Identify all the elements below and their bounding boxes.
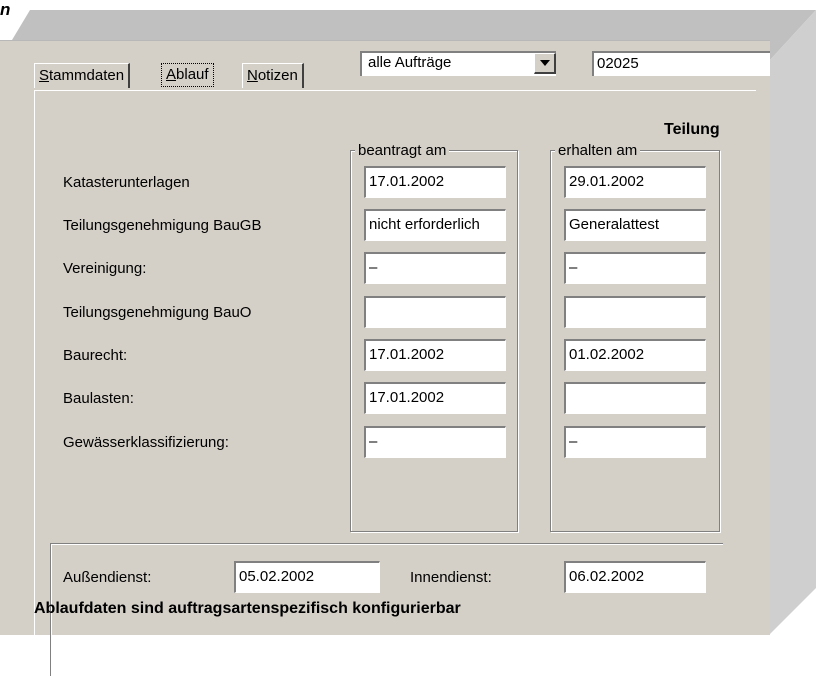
label-innendienst: Innendienst: <box>410 569 492 586</box>
field-vereinigung-received[interactable]: – <box>564 252 706 284</box>
tab-stammdaten[interactable]: Stammdaten <box>34 63 131 88</box>
field-innendienst[interactable]: 06.02.2002 <box>564 561 706 593</box>
field-gewaesserklassifizierung-requested[interactable]: – <box>364 426 506 458</box>
field-katasterunterlagen-requested[interactable]: 17.01.2002 <box>364 166 506 198</box>
field-baulasten-received[interactable] <box>564 382 706 414</box>
order-filter-value: alle Aufträge <box>368 54 452 71</box>
label-katasterunterlagen: Katasterunterlagen <box>63 174 190 191</box>
field-aussendienst[interactable]: 05.02.2002 <box>234 561 380 593</box>
field-baulasten-requested[interactable]: 17.01.2002 <box>364 382 506 414</box>
tab-notizen[interactable]: Notizen <box>242 63 304 88</box>
field-katasterunterlagen-received[interactable]: 29.01.2002 <box>564 166 706 198</box>
group-received-legend: erhalten am <box>555 142 641 159</box>
label-baulasten: Baulasten: <box>63 390 134 407</box>
group-requested-legend: beantragt am <box>355 142 450 159</box>
label-teilungsgenehmigung-baugb: Teilungsgenehmigung BauGB <box>63 217 262 234</box>
order-number-field[interactable]: 02025 <box>592 51 770 76</box>
label-baurecht: Baurecht: <box>63 347 128 364</box>
corner-glyph: n <box>0 0 11 19</box>
field-baurecht-requested[interactable]: 17.01.2002 <box>364 339 506 371</box>
field-teilungsgenehmigung-bauo-received[interactable] <box>564 296 706 328</box>
label-teilungsgenehmigung-bauo: Teilungsgenehmigung BauO <box>63 304 252 321</box>
order-filter-select[interactable]: alle Aufträge <box>360 51 556 76</box>
field-baurecht-received[interactable]: 01.02.2002 <box>564 339 706 371</box>
caption: Ablaufdaten sind auftragsartenspezifisch… <box>34 600 461 617</box>
tab-ablauf[interactable]: Ablauf <box>161 63 214 87</box>
field-gewaesserklassifizierung-received[interactable]: – <box>564 426 706 458</box>
dialog-panel: Stammdaten Ablauf Notizen alle Aufträge … <box>0 40 770 676</box>
label-aussendienst: Außendienst: <box>63 569 152 586</box>
chevron-down-icon <box>539 60 550 66</box>
field-teilungsgenehmigung-baugb-received[interactable]: Generalattest <box>564 209 706 241</box>
field-teilungsgenehmigung-baugb-requested[interactable]: nicht erforderlich <box>364 209 506 241</box>
label-vereinigung: Vereinigung: <box>63 260 147 277</box>
label-gewaesserklassifizierung: Gewässerklassifizierung: <box>63 434 229 451</box>
dropdown-button[interactable] <box>534 53 556 74</box>
field-teilungsgenehmigung-bauo-requested[interactable] <box>364 296 506 328</box>
section-title: Teilung <box>664 121 720 138</box>
field-vereinigung-requested[interactable]: – <box>364 252 506 284</box>
